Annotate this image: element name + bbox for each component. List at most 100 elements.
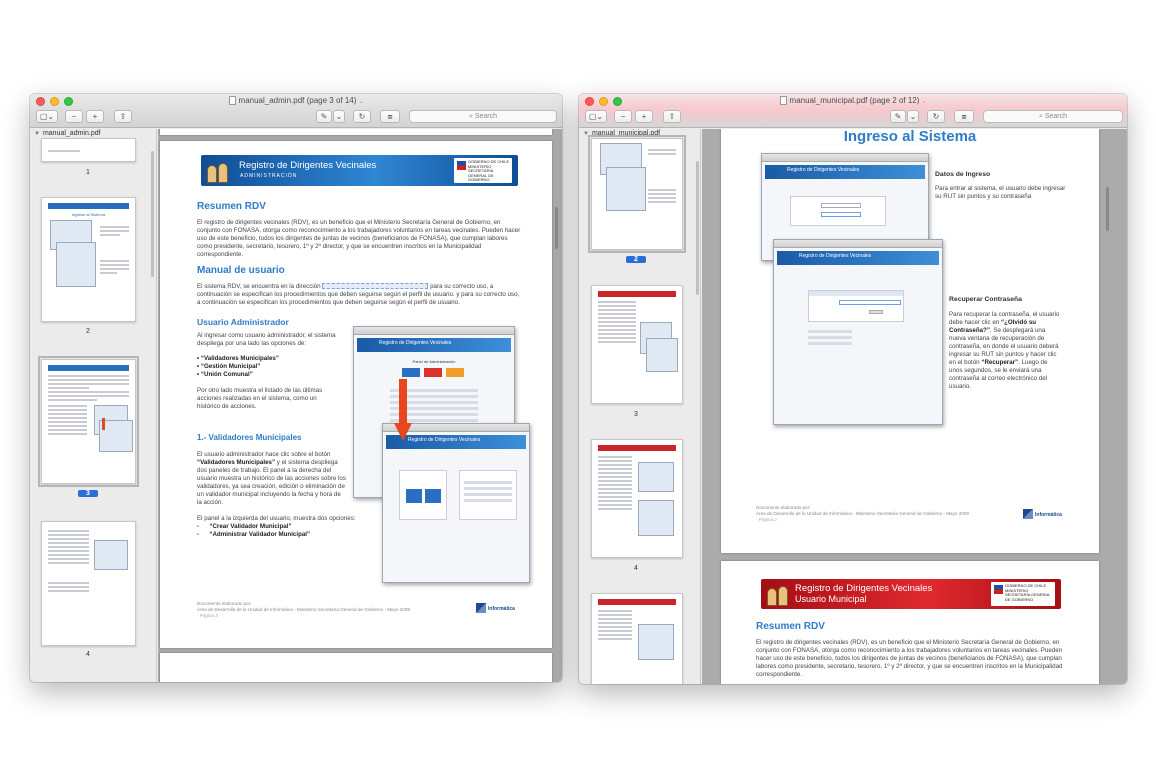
chile-flag-icon bbox=[994, 585, 1003, 594]
markup-button[interactable]: ✎ bbox=[890, 110, 906, 123]
sidebar-file-header[interactable]: ▼ manual_municipal.pdf bbox=[583, 130, 660, 137]
red-arrow-icon bbox=[394, 379, 412, 441]
screenshot-recovery-form bbox=[808, 290, 904, 322]
redacted-url-link[interactable] bbox=[322, 283, 429, 289]
sidebar-scrollbar[interactable] bbox=[151, 151, 154, 277]
section-recuperar-title: Recuperar Contraseña bbox=[949, 296, 1022, 303]
thumbnail-sidebar[interactable]: ▼ manual_municipal.pdf 2 3 4 bbox=[579, 129, 701, 684]
search-field[interactable]: ⌕ Search bbox=[983, 110, 1123, 123]
banner-title: Registro de Dirigentes Vecinales bbox=[239, 160, 377, 171]
thumbnail-screenshot bbox=[56, 242, 96, 287]
paragraph-validadores-bold: “Validadores Municipales” bbox=[197, 459, 276, 466]
screenshot-recuperar: Registro de Dirigentes Vecinales bbox=[773, 239, 943, 425]
paragraph-panel: El panel a la izquierda del usuario, mue… bbox=[197, 515, 356, 522]
markup-menu-button[interactable]: ⌄ bbox=[333, 110, 345, 123]
thumbnail-sidebar[interactable]: ▼ manual_admin.pdf 1 Ingreso al Sistema 2… bbox=[30, 129, 157, 682]
thumbnail-banner bbox=[598, 291, 676, 297]
search-field[interactable]: ⌕ Search bbox=[409, 110, 557, 123]
markup-button[interactable]: ✎ bbox=[316, 110, 332, 123]
titlebar[interactable]: manual_municipal.pdf (page 2 of 12) ⌄ ▢⌄ … bbox=[579, 94, 1127, 128]
share-icon: ⇪ bbox=[668, 111, 676, 121]
zoom-in-button[interactable]: + bbox=[635, 110, 653, 123]
screenshot-button-union bbox=[446, 368, 464, 377]
window-title-text: manual_admin.pdf (page 3 of 14) bbox=[238, 96, 357, 105]
toolbox-button[interactable]: ⧈ bbox=[380, 110, 400, 123]
titlebar[interactable]: manual_admin.pdf (page 3 of 14) ⌄ ▢⌄ − + … bbox=[30, 94, 562, 128]
page-banner: Registro de Dirigentes Vecinales ADMINIS… bbox=[201, 155, 518, 186]
zoom-out-icon: − bbox=[620, 111, 626, 121]
chevron-down-icon: ⌄ bbox=[921, 99, 927, 105]
share-button[interactable]: ⇪ bbox=[114, 110, 132, 123]
heading-resumen: Resumen RDV bbox=[197, 201, 266, 212]
screenshot-login-form bbox=[790, 196, 886, 226]
screenshot-recuperar-button bbox=[869, 310, 883, 314]
option-crear: - “Crear Validador Municipal” bbox=[197, 523, 292, 530]
thumbnail-screenshot bbox=[94, 540, 128, 570]
share-button[interactable]: ⇪ bbox=[663, 110, 681, 123]
markup-menu-button[interactable]: ⌄ bbox=[907, 110, 919, 123]
document-scrollbar[interactable] bbox=[1106, 187, 1109, 231]
toolbox-button[interactable]: ⧈ bbox=[954, 110, 974, 123]
page-thumbnail-3[interactable] bbox=[38, 356, 139, 487]
zoom-out-button[interactable]: − bbox=[614, 110, 632, 123]
screenshot-button-validadores bbox=[402, 368, 420, 377]
chevron-down-icon: ⌄ bbox=[909, 111, 917, 121]
thumbnail-label-4: 4 bbox=[634, 565, 638, 572]
document-scrollbar[interactable] bbox=[555, 207, 558, 249]
thumbnail-screenshot bbox=[638, 500, 674, 536]
option-gestion: • “Gestión Municipal” bbox=[197, 363, 261, 370]
banner-subtitle: Usuario Municipal bbox=[795, 594, 867, 604]
pen-icon: ✎ bbox=[320, 111, 328, 121]
thumbnail-screenshot bbox=[638, 462, 674, 492]
sidebar-toggle-button[interactable]: ▢⌄ bbox=[36, 110, 58, 123]
page-thumbnail-2[interactable]: Ingreso al Sistema bbox=[41, 197, 136, 322]
heading-ingreso: Ingreso al Sistema bbox=[843, 129, 977, 145]
page-thumbnail-4[interactable] bbox=[41, 521, 136, 646]
heading-validadores: 1.- Validadores Municipales bbox=[197, 433, 302, 442]
search-placeholder: Search bbox=[1044, 113, 1068, 120]
screenshot-rut-field bbox=[839, 300, 901, 305]
rotate-button[interactable]: ↻ bbox=[353, 110, 371, 123]
informatica-logo-icon bbox=[476, 603, 486, 613]
sidebar-file-header[interactable]: ▼ manual_admin.pdf bbox=[34, 130, 101, 137]
page-thumbnail-5[interactable] bbox=[591, 593, 683, 684]
footer-page-number: - Página 2 bbox=[756, 517, 777, 522]
toolbox-icon: ⧈ bbox=[961, 111, 967, 121]
document-view[interactable]: Registro de Dirigentes Vecinales ADMINIS… bbox=[158, 129, 562, 682]
recuperar-text-bold-2: “Recuperar” bbox=[981, 359, 1019, 366]
toolbox-icon: ⧈ bbox=[387, 111, 393, 121]
people-logo-icon bbox=[207, 158, 231, 183]
page-thumbnail-3[interactable] bbox=[591, 285, 683, 404]
zoom-out-button[interactable]: − bbox=[65, 110, 83, 123]
thumbnail-banner bbox=[48, 203, 129, 209]
rotate-button[interactable]: ↻ bbox=[927, 110, 945, 123]
disclosure-triangle-icon: ▼ bbox=[34, 131, 40, 137]
next-page-edge bbox=[160, 653, 552, 682]
paragraph-validadores: El usuario administrador hace clic sobre… bbox=[197, 451, 347, 507]
thumbnail-banner bbox=[48, 365, 129, 371]
heading-resumen: Resumen RDV bbox=[756, 621, 825, 632]
document-view[interactable]: Ingreso al Sistema Registro de Dirigente… bbox=[702, 129, 1127, 684]
paragraph-validadores-start: El usuario administrador hace clic sobre… bbox=[197, 451, 331, 458]
sidebar-scrollbar[interactable] bbox=[696, 161, 699, 295]
informatica-logo-text: Informática bbox=[1035, 512, 1062, 518]
screenshot-button-administrar bbox=[425, 489, 441, 503]
page-thumbnail-4[interactable] bbox=[591, 439, 683, 558]
thumbnail-screenshot bbox=[646, 338, 678, 372]
screenshot-banner: Registro de Dirigentes Vecinales bbox=[357, 338, 511, 352]
thumbnail-label-2-selected: 2 bbox=[626, 256, 646, 263]
sidebar-toggle-button[interactable]: ▢⌄ bbox=[585, 110, 607, 123]
option-administrar: - “Administrar Validador Municipal” bbox=[197, 531, 311, 538]
option-validadores: • “Validadores Municipales” bbox=[197, 355, 279, 362]
rotate-icon: ↻ bbox=[358, 111, 366, 121]
window-title[interactable]: manual_municipal.pdf (page 2 of 12) ⌄ bbox=[579, 96, 1127, 105]
page-thumbnail-2[interactable] bbox=[588, 135, 686, 253]
search-placeholder: Search bbox=[474, 113, 498, 120]
window-title[interactable]: manual_admin.pdf (page 3 of 14) ⌄ bbox=[30, 96, 562, 105]
page-thumbnail-1[interactable] bbox=[41, 138, 136, 162]
preview-window-admin: manual_admin.pdf (page 3 of 14) ⌄ ▢⌄ − + … bbox=[30, 94, 562, 682]
zoom-in-button[interactable]: + bbox=[86, 110, 104, 123]
thumbnail-banner bbox=[598, 445, 676, 451]
previous-page-edge bbox=[160, 129, 552, 135]
informatica-logo: Informática bbox=[476, 603, 515, 613]
